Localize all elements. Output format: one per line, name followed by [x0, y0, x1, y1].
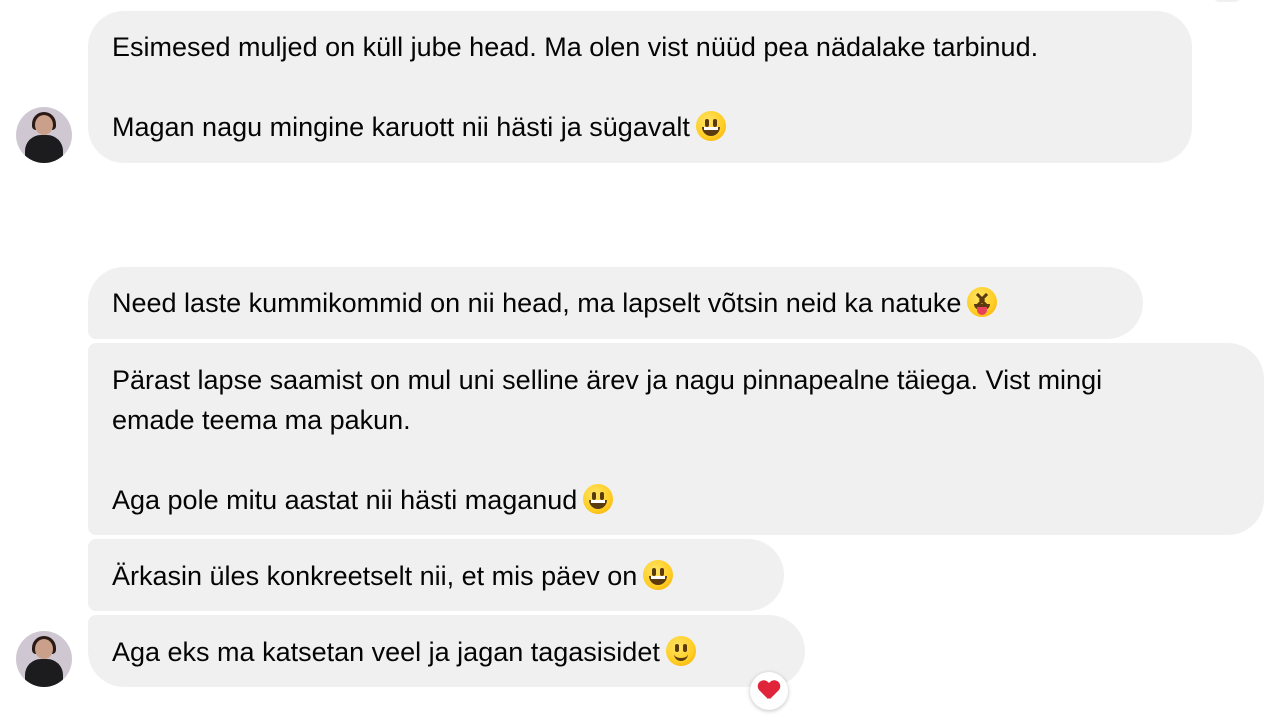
- message-bubble[interactable]: Esimesed muljed on küll jube head. Ma ol…: [88, 11, 1192, 163]
- grinning-face-icon: [583, 484, 614, 514]
- message-text: Ärkasin üles konkreetselt nii, et mis pä…: [112, 556, 760, 596]
- red-heart-icon: [758, 681, 780, 701]
- slightly-smiling-face-icon: [665, 636, 696, 666]
- grinning-face-icon: [643, 560, 674, 590]
- grinning-face-icon: [695, 111, 726, 141]
- message-text: Pärast lapse saamist on mul uni selline …: [112, 365, 1103, 395]
- avatar[interactable]: [16, 631, 72, 687]
- message-bubble[interactable]: Pärast lapse saamist on mul uni selline …: [88, 343, 1264, 535]
- message-text: Aga pole mitu aastat nii hästi maganud: [112, 480, 1240, 520]
- message-text: Aga eks ma katsetan veel ja jagan tagasi…: [112, 632, 781, 672]
- message-bubble[interactable]: Need laste kummikommid on nii head, ma l…: [88, 267, 1143, 339]
- message-text: Magan nagu mingine karuott nii hästi ja …: [112, 107, 1168, 147]
- message-bubble[interactable]: Ärkasin üles konkreetselt nii, et mis pä…: [88, 539, 784, 611]
- partial-element: [1212, 0, 1242, 2]
- message-text: emade teema ma pakun.: [112, 405, 411, 435]
- message-text: Need laste kummikommid on nii head, ma l…: [112, 283, 1119, 323]
- squinting-face-with-tongue-icon: [967, 287, 998, 317]
- message-bubble[interactable]: Aga eks ma katsetan veel ja jagan tagasi…: [88, 615, 805, 687]
- avatar[interactable]: [16, 107, 72, 163]
- message-text: Esimesed muljed on küll jube head. Ma ol…: [112, 32, 1039, 62]
- reaction-badge[interactable]: [750, 672, 788, 710]
